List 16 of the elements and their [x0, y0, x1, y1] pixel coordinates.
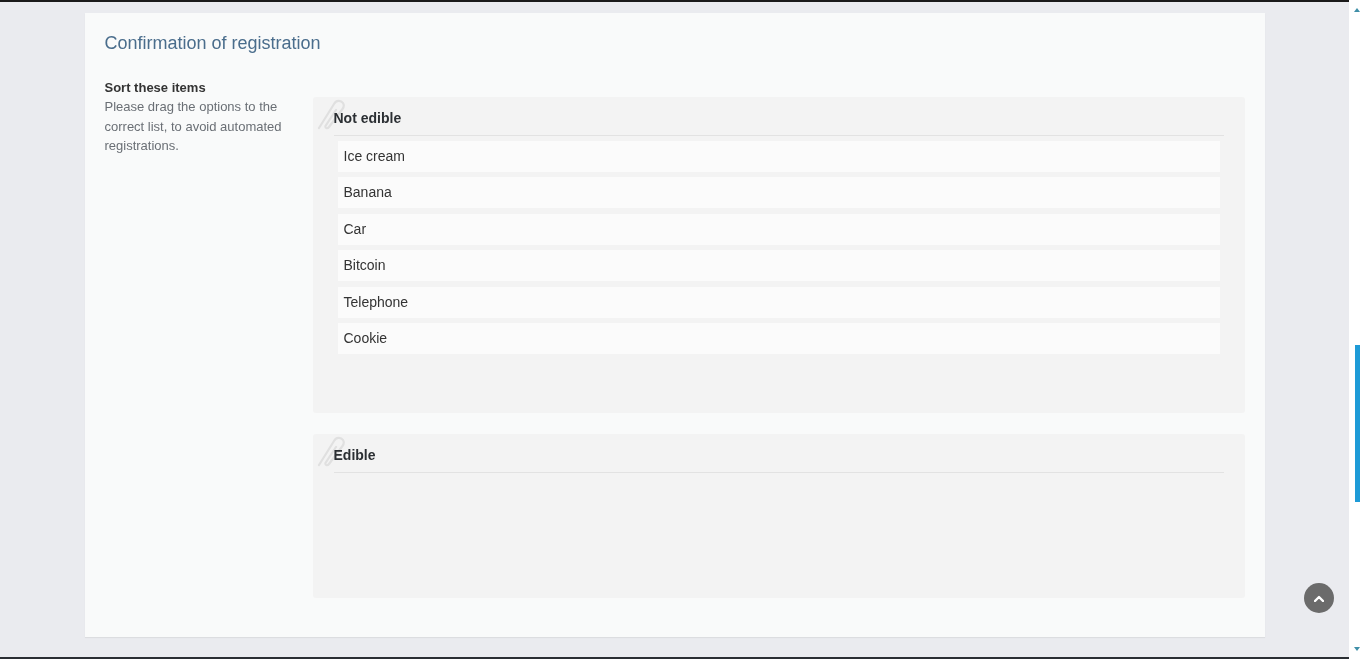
question-label: Sort these items [104, 79, 207, 97]
draggable-option[interactable]: Telephone [337, 286, 1220, 318]
back-to-top-button[interactable] [1304, 583, 1334, 613]
list-heading: Not edible [333, 108, 1224, 136]
chevron-up-icon [1314, 594, 1324, 602]
scrollbar-thumb[interactable] [1355, 345, 1360, 502]
draggable-option[interactable]: Car [337, 213, 1220, 245]
scroll-down-arrow-icon[interactable] [1354, 647, 1360, 651]
section-title: Confirmation of registration [104, 32, 322, 55]
draggable-option[interactable]: Cookie [337, 322, 1220, 354]
list-heading: Edible [333, 444, 1224, 473]
scroll-up-arrow-icon[interactable] [1354, 8, 1360, 12]
draggable-option[interactable]: Banana [337, 177, 1220, 209]
draggable-option[interactable]: Ice cream [337, 141, 1220, 172]
draggable-option[interactable]: Bitcoin [337, 250, 1220, 282]
question-description: Please drag the options to the correct list, to avoid automated registrations. [104, 98, 283, 155]
